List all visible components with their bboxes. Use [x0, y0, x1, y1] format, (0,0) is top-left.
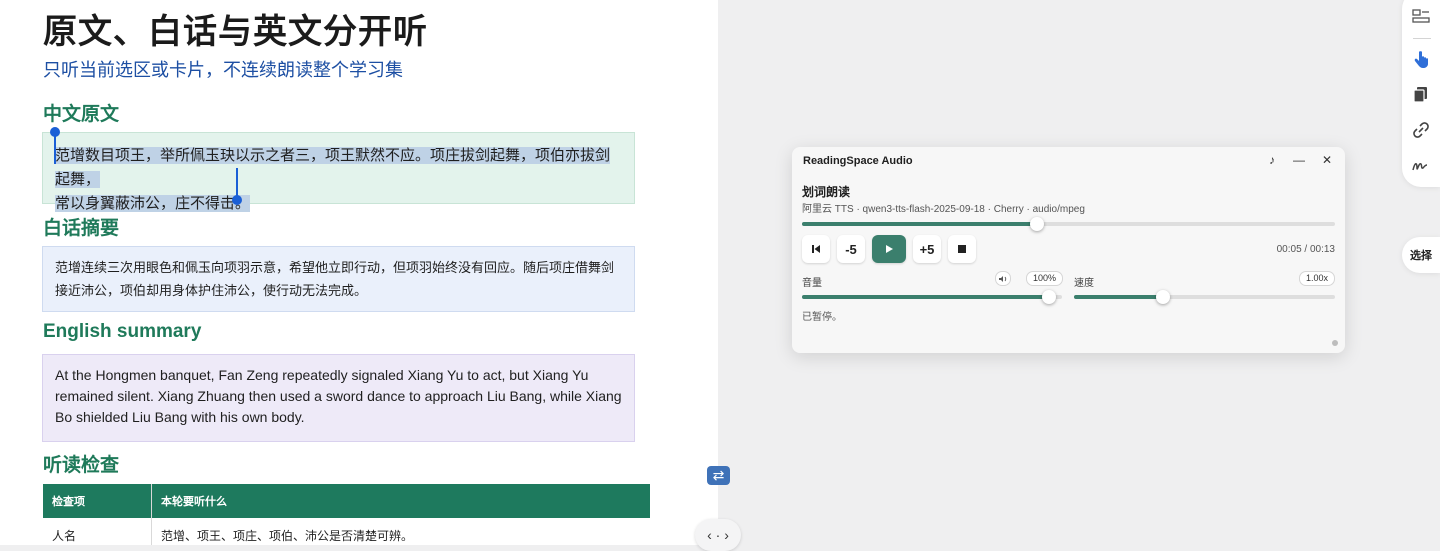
table-header-cell: 本轮要听什么	[151, 484, 650, 518]
playback-time: 00:05 / 00:13	[1276, 244, 1335, 255]
plain-text-card[interactable]: 范增连续三次用眼色和佩玉向项羽示意，希望他立即行动，但项羽始终没有回应。随后项庄…	[42, 246, 635, 312]
table-row: 人名 范增、项王、项庄、项伯、沛公是否清楚可辨。	[43, 518, 650, 545]
mute-toggle-button[interactable]	[995, 271, 1011, 286]
stop-icon	[958, 245, 966, 253]
volume-label: 音量	[802, 278, 822, 289]
resize-handle[interactable]	[1332, 340, 1338, 346]
swap-arrows-icon: ⇄	[712, 467, 725, 483]
playback-progress-fill	[802, 222, 1037, 226]
pointer-hand-icon[interactable]	[1412, 51, 1430, 69]
speed-slider-fill	[1074, 295, 1163, 299]
rewind-5-button[interactable]: -5	[837, 235, 865, 263]
play-button[interactable]	[872, 235, 906, 263]
playback-progress-track[interactable]	[802, 217, 1335, 231]
page-title: 原文、白话与英文分开听	[43, 13, 428, 51]
playback-status: 已暂停。	[802, 312, 842, 323]
tts-metadata: 阿里云 TTS · qwen3-tts-flash-2025-09-18 · C…	[802, 204, 1085, 215]
volume-slider-knob[interactable]	[1042, 290, 1056, 304]
copy-icon[interactable]	[1412, 86, 1430, 104]
close-button[interactable]: ✕	[1322, 153, 1332, 167]
speaker-icon	[998, 275, 1006, 282]
right-toolbar	[1402, 0, 1440, 187]
section-heading-original: 中文原文	[43, 104, 120, 125]
selection-end-caret	[236, 168, 238, 198]
table-header-row: 检查项 本轮要听什么	[43, 484, 650, 518]
skip-start-icon	[812, 245, 820, 253]
original-text-card[interactable]: 范增数目项王，举所佩玉玦以示之者三，项王默然不应。项庄拔剑起舞，项伯亦拔剑起舞，…	[42, 132, 635, 212]
pane-nav-control[interactable]: ‹ · ›	[695, 519, 741, 551]
listening-check-table: 检查项 本轮要听什么 人名 范增、项王、项庄、项伯、沛公是否清楚可辨。	[43, 484, 650, 545]
section-heading-english: English summary	[43, 321, 202, 342]
select-mode-button[interactable]: 选择	[1402, 237, 1440, 273]
table-cell: 范增、项王、项庄、项伯、沛公是否清楚可辨。	[151, 518, 650, 545]
selected-text-line2[interactable]: 常以身翼蔽沛公，庄不得击。	[55, 195, 251, 212]
play-icon	[886, 245, 893, 253]
page-subtitle: 只听当前选区或卡片，不连续朗读整个学习集	[43, 60, 403, 80]
volume-value: 100%	[1026, 271, 1064, 286]
table-header-cell: 检查项	[43, 484, 152, 518]
section-heading-plain: 白话摘要	[43, 218, 120, 239]
music-note-icon[interactable]: ♪	[1269, 153, 1275, 167]
selection-start-caret	[54, 134, 56, 164]
panel-title: ReadingSpace Audio	[803, 155, 913, 167]
audio-player-panel: ReadingSpace Audio ♪ — ✕ 划词朗读 阿里云 TTS · …	[792, 147, 1345, 353]
section-heading-check: 听读检查	[43, 455, 120, 476]
english-text-card[interactable]: At the Hongmen banquet, Fan Zeng repeate…	[42, 354, 635, 442]
playback-progress-knob[interactable]	[1029, 217, 1044, 231]
speed-value: 1.00x	[1299, 271, 1336, 286]
minimize-button[interactable]: —	[1293, 153, 1305, 167]
document-pane: 原文、白话与英文分开听 只听当前选区或卡片，不连续朗读整个学习集 中文原文 范增…	[0, 0, 718, 545]
selected-text-line1[interactable]: 范增数目项王，举所佩玉玦以示之者三，项王默然不应。项庄拔剑起舞，项伯亦拔剑起舞，	[55, 147, 611, 188]
volume-slider-fill	[802, 295, 1049, 299]
speed-slider[interactable]	[1074, 290, 1335, 304]
toolbar-divider	[1413, 38, 1431, 39]
volume-slider[interactable]	[802, 290, 1062, 304]
table-cell: 人名	[43, 518, 152, 545]
selection-end-handle[interactable]	[232, 195, 242, 205]
speed-slider-knob[interactable]	[1155, 290, 1170, 304]
swap-panes-button[interactable]: ⇄	[707, 466, 730, 485]
skip-to-start-button[interactable]	[802, 235, 830, 263]
speed-label: 速度	[1074, 278, 1094, 289]
link-icon[interactable]	[1412, 121, 1430, 139]
stop-button[interactable]	[948, 235, 976, 263]
layout-icon[interactable]	[1412, 7, 1430, 25]
read-mode-heading: 划词朗读	[802, 185, 851, 199]
signature-icon[interactable]	[1412, 156, 1430, 174]
forward-5-button[interactable]: +5	[913, 235, 941, 263]
